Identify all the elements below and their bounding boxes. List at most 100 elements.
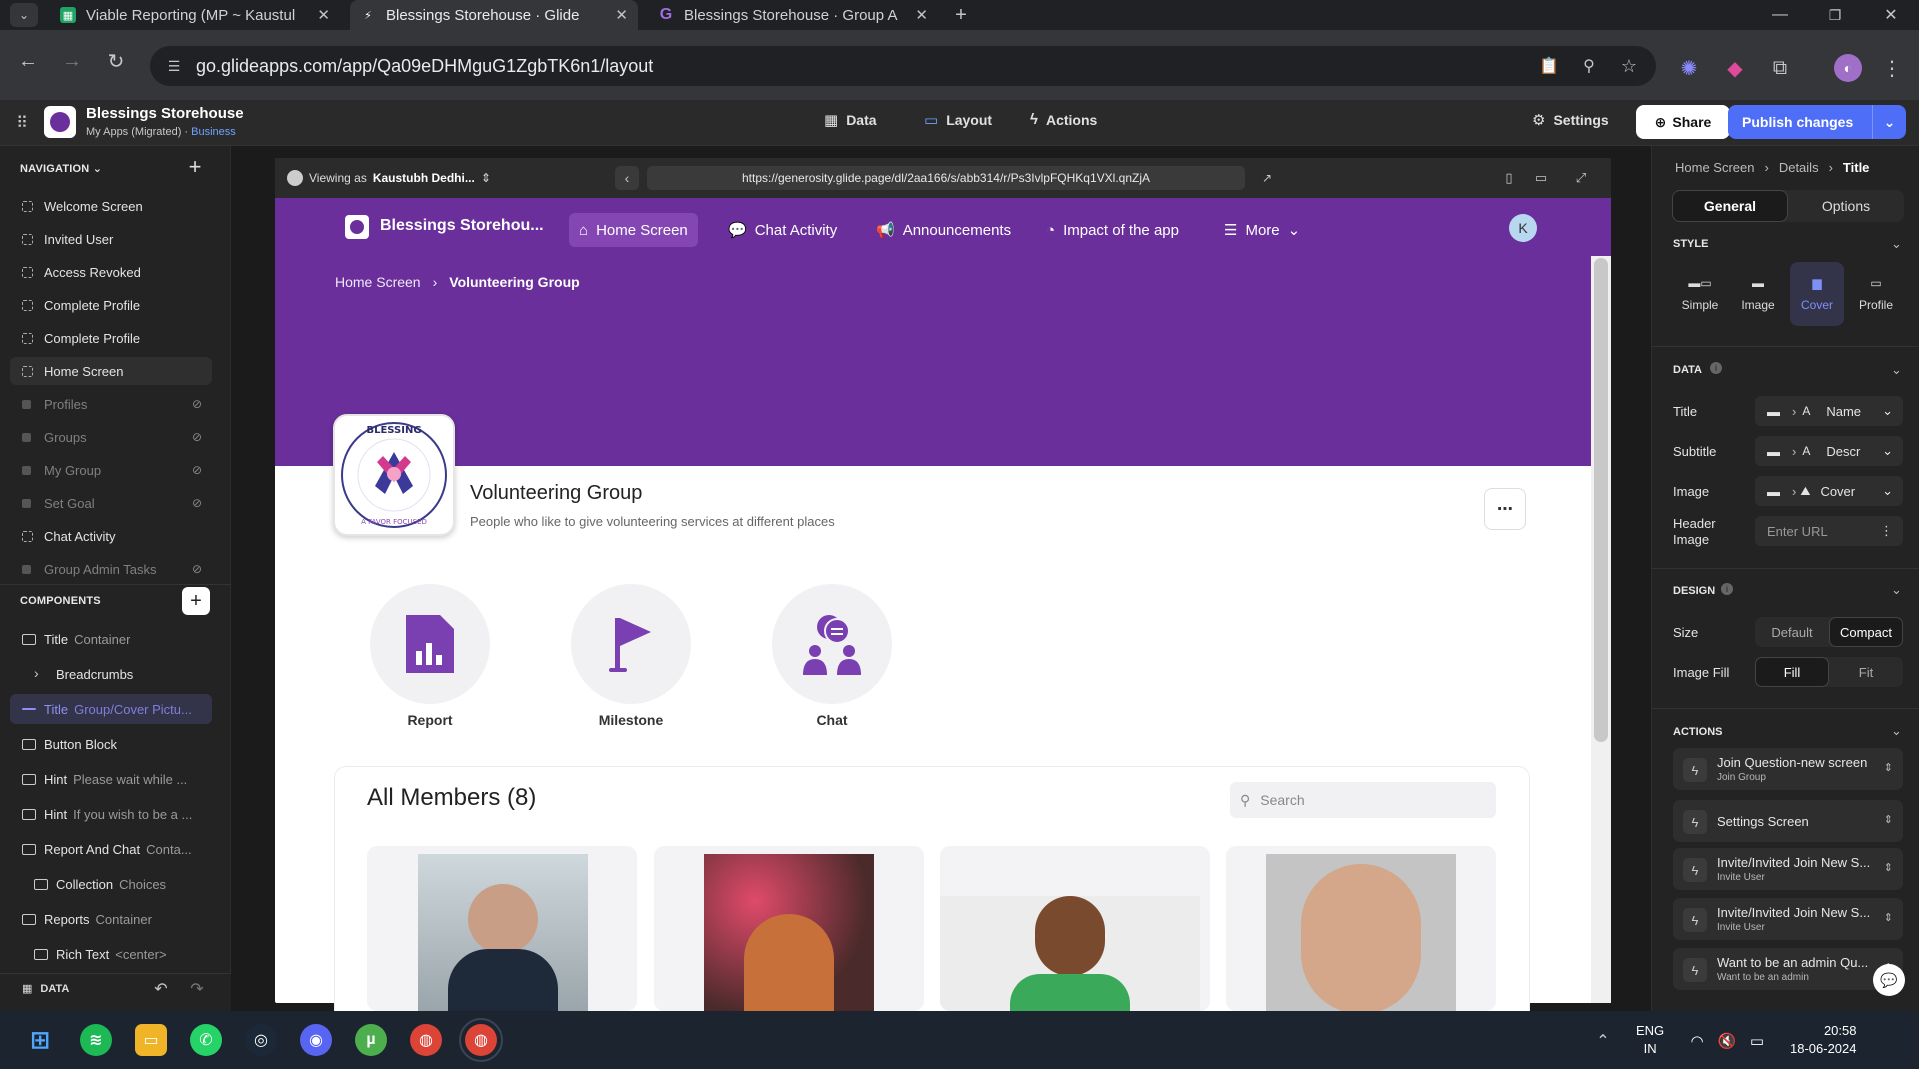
component-item[interactable]: Title Group/Cover Pictu... [10,694,212,724]
new-tab-icon[interactable]: + [950,4,972,26]
forward-icon[interactable]: → [58,47,86,75]
nav-chat-activity[interactable]: 💬 Chat Activity [718,213,847,247]
eye-off-icon[interactable]: ⊘ [192,397,202,411]
kebab-menu-icon[interactable]: ⋮ [1880,523,1893,539]
nav-screen-item[interactable]: Home Screen [10,357,212,385]
profile-avatar-icon[interactable]: ◐ [1834,54,1862,82]
crumb-home-screen[interactable]: Home Screen [1675,160,1754,175]
tab-data[interactable]: ▦ Data [824,111,877,129]
nav-screen-item[interactable]: Group Admin Tasks ⊘ [10,555,212,583]
extension-2-icon[interactable]: ◆ [1723,56,1747,80]
info-icon[interactable]: i [1721,583,1733,595]
preview-app-logo[interactable] [345,215,369,239]
settings-button[interactable]: ⚙ Settings [1532,111,1609,129]
chevron-down-icon[interactable]: ⌄ [1872,105,1906,139]
desktop-view-icon[interactable]: ▭ [1529,166,1553,190]
user-avatar[interactable]: K [1509,214,1537,242]
nav-announcements[interactable]: 📢 Announcements [866,213,1021,247]
component-item[interactable]: › Breadcrumbs [10,659,212,689]
collapse-style-icon[interactable]: ⌄ [1891,236,1902,252]
component-item[interactable]: Reports Container [10,904,212,934]
scrollbar-thumb[interactable] [1594,258,1608,742]
close-tab-icon[interactable]: ✕ [615,6,628,24]
steam-icon[interactable]: ◎ [245,1024,277,1056]
extensions-puzzle-icon[interactable]: ⧉ [1768,56,1792,80]
bookmark-star-icon[interactable]: ☆ [1618,55,1640,77]
whatsapp-icon[interactable]: ✆ [190,1024,222,1056]
component-item[interactable]: Button Block [10,729,212,759]
member-card[interactable] [1226,846,1496,1011]
nav-impact[interactable]: ◔ Impact of the app [1036,213,1189,247]
component-item[interactable]: Title Container [10,624,212,654]
language-indicator[interactable]: ENG IN [1636,1022,1664,1058]
windows-start-icon[interactable]: ⊞ [24,1024,56,1056]
clipboard-icon[interactable]: 📋 [1538,55,1560,77]
breadcrumb-home[interactable]: Home Screen [335,274,421,290]
component-item[interactable]: Collection Choices [10,869,212,899]
nav-screen-item[interactable]: Groups ⊘ [10,423,212,451]
member-card[interactable] [654,846,924,1011]
utorrent-icon[interactable]: µ [355,1024,387,1056]
fill-option[interactable]: Fill [1755,657,1829,687]
add-component-button[interactable]: + [182,587,210,615]
navigation-heading[interactable]: NAVIGATION ⌄ [20,162,102,175]
reload-icon[interactable]: ↻ [102,47,130,75]
nav-screen-item[interactable]: Access Revoked [10,258,212,286]
title-column-select[interactable]: ▬ › A Name ⌄ [1755,396,1903,426]
nav-screen-item[interactable]: Profiles ⊘ [10,390,212,418]
action-item[interactable]: ϟ Want to be an admin Qu... Want to be an … [1673,948,1903,990]
restore-icon[interactable]: ❐ [1820,3,1850,27]
preview-url-bar[interactable]: https://generosity.glide.page/dl/2aa166/… [647,166,1245,190]
fit-option[interactable]: Fit [1829,657,1903,687]
eye-off-icon[interactable]: ⊘ [192,463,202,477]
tab-group-app[interactable]: G Blessings Storehouse · Group A ✕ [648,0,938,30]
nav-home-screen[interactable]: ⌂ Home Screen [569,213,698,247]
eye-off-icon[interactable]: ⊘ [192,430,202,444]
preview-back-icon[interactable]: ‹ [615,166,639,190]
open-external-icon[interactable]: ↗ [1255,166,1279,190]
action-item[interactable]: ϟ Invite/Invited Join New S... Invite User… [1673,848,1903,890]
expand-icon[interactable]: ⤢ [1569,166,1593,190]
tab-layout[interactable]: ▭ Layout [924,111,992,129]
nav-screen-item[interactable]: Invited User [10,225,212,253]
nav-screen-item[interactable]: Complete Profile [10,291,212,319]
component-item[interactable]: Report And Chat Conta... [10,834,212,864]
battery-icon[interactable]: ▭ [1746,1030,1768,1052]
nav-screen-item[interactable]: Chat Activity [10,522,212,550]
preview-app-title[interactable]: Blessings Storehou... [380,217,544,235]
nav-screen-item[interactable]: Set Goal ⊘ [10,489,212,517]
image-column-select[interactable]: ▬ › ⛰ Cover ⌄ [1755,476,1903,506]
nav-screen-item[interactable]: My Group ⊘ [10,456,212,484]
info-icon[interactable]: i [1710,362,1722,374]
wifi-icon[interactable]: ◠ [1686,1030,1708,1052]
app-logo[interactable] [44,106,76,138]
tab-general[interactable]: General [1672,190,1788,222]
style-simple[interactable]: ▬▭ Simple [1673,262,1727,326]
collapse-data-icon[interactable]: ⌄ [1891,362,1902,378]
tray-expand-icon[interactable]: ⌃ [1592,1030,1614,1052]
component-item[interactable]: Hint Please wait while ... [10,764,212,794]
member-card[interactable] [367,846,637,1011]
back-icon[interactable]: ← [14,47,42,75]
eye-off-icon[interactable]: ⊘ [192,496,202,510]
site-info-icon[interactable]: ☰ [164,56,184,76]
viewing-as-selector[interactable]: Viewing as Kaustubh Dedhi... ⇕ [287,170,491,186]
undo-icon[interactable]: ↶ [150,978,172,1000]
size-compact[interactable]: Compact [1829,617,1903,647]
component-item[interactable]: Hint If you wish to be a ... [10,799,212,829]
apps-grid-icon[interactable]: ⠿ [12,113,32,133]
spotify-icon[interactable]: ≋ [80,1024,112,1056]
tab-options[interactable]: Options [1788,190,1904,222]
file-explorer-icon[interactable]: ▭ [135,1024,167,1056]
app-name[interactable]: Blessings Storehouse [86,105,244,122]
action-item[interactable]: ϟ Settings Screen ⇕ [1673,800,1903,842]
redo-icon[interactable]: ↷ [186,978,208,1000]
header-image-url-input[interactable]: Enter URL ⋮ [1755,516,1903,546]
chrome-profile-icon[interactable]: ◍ [459,1018,503,1062]
subtitle-column-select[interactable]: ▬ › A Descr ⌄ [1755,436,1903,466]
eye-off-icon[interactable]: ⊘ [192,562,202,576]
speaker-muted-icon[interactable]: 🔇 [1716,1030,1738,1052]
milestone-button[interactable] [571,584,691,704]
style-cover[interactable]: ▆ Cover [1790,262,1844,326]
share-button[interactable]: ⊕ Share [1636,105,1730,139]
